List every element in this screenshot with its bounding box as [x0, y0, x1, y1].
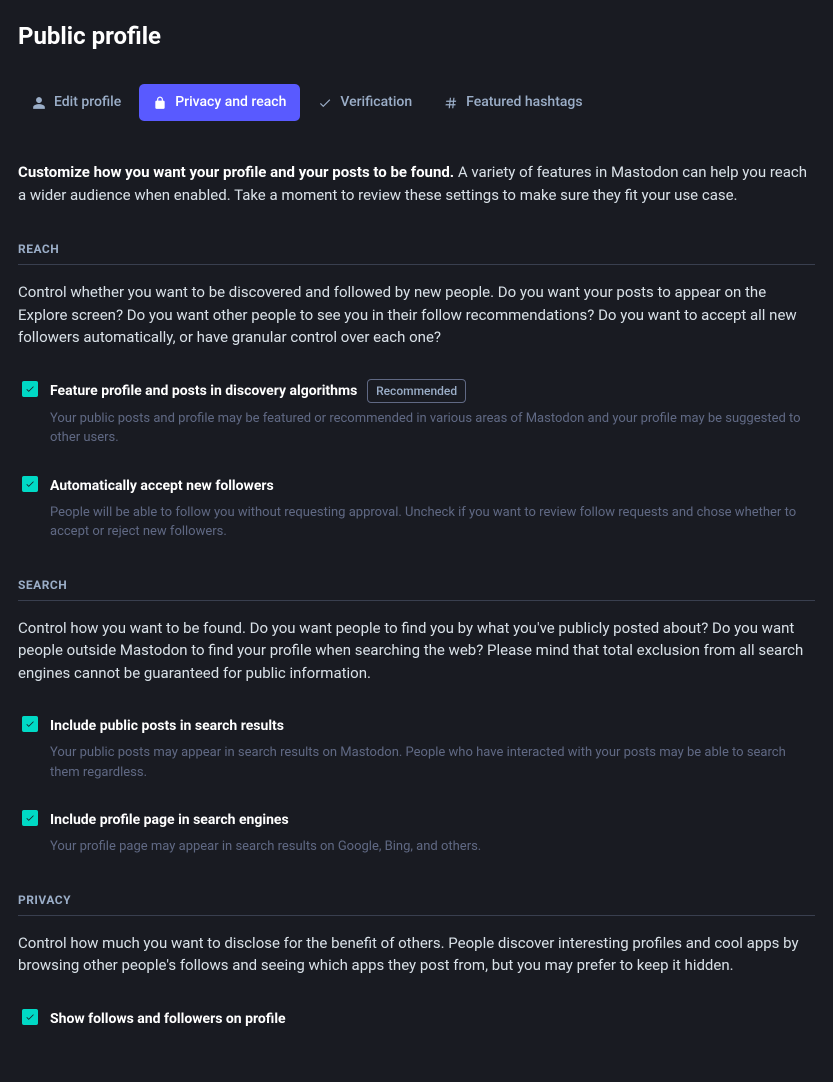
setting-include-posts: Include public posts in search results Y…	[18, 714, 815, 782]
page-title: Public profile	[18, 18, 815, 54]
tab-label: Featured hashtags	[466, 92, 582, 113]
setting-hint: Your profile page may appear in search r…	[50, 837, 815, 857]
hashtag-icon	[444, 96, 458, 110]
checkmark-icon	[25, 1012, 35, 1022]
checkbox-feature-profile[interactable]	[22, 381, 38, 397]
tabs: Edit profile Privacy and reach Verificat…	[18, 84, 815, 121]
section-reach: Reach Control whether you want to be dis…	[18, 240, 815, 542]
checkbox-include-engines[interactable]	[22, 810, 38, 826]
tab-privacy-reach[interactable]: Privacy and reach	[139, 84, 300, 121]
setting-include-engines: Include profile page in search engines Y…	[18, 808, 815, 857]
tab-verification[interactable]: Verification	[304, 84, 426, 121]
section-desc-reach: Control whether you want to be discovere…	[18, 281, 815, 349]
recommended-badge: Recommended	[367, 379, 466, 403]
setting-hint: Your public posts may appear in search r…	[50, 743, 815, 782]
setting-label: Feature profile and posts in discovery a…	[50, 383, 357, 399]
check-icon	[318, 96, 332, 110]
setting-auto-accept: Automatically accept new followers Peopl…	[18, 474, 815, 542]
checkmark-icon	[25, 719, 35, 729]
checkbox-include-posts[interactable]	[22, 716, 38, 732]
section-desc-privacy: Control how much you want to disclose fo…	[18, 932, 815, 977]
setting-hint: Your public posts and profile may be fea…	[50, 409, 815, 448]
checkmark-icon	[25, 384, 35, 394]
intro-bold: Customize how you want your profile and …	[18, 163, 454, 181]
section-header-reach: Reach	[18, 240, 815, 265]
user-icon	[32, 96, 46, 110]
checkmark-icon	[25, 813, 35, 823]
setting-label: Automatically accept new followers	[50, 478, 274, 494]
setting-show-follows: Show follows and followers on profile	[18, 1007, 815, 1030]
setting-label: Include public posts in search results	[50, 718, 284, 734]
tab-featured-hashtags[interactable]: Featured hashtags	[430, 84, 596, 121]
section-header-search: Search	[18, 576, 815, 601]
intro-text: Customize how you want your profile and …	[18, 161, 815, 206]
tab-label: Edit profile	[54, 92, 121, 113]
section-search: Search Control how you want to be found.…	[18, 576, 815, 857]
setting-feature-profile: Feature profile and posts in discovery a…	[18, 379, 815, 448]
tab-edit-profile[interactable]: Edit profile	[18, 84, 135, 121]
setting-hint: People will be able to follow you withou…	[50, 503, 815, 542]
checkmark-icon	[25, 479, 35, 489]
checkbox-show-follows[interactable]	[22, 1009, 38, 1025]
setting-label: Show follows and followers on profile	[50, 1011, 286, 1027]
lock-icon	[153, 96, 167, 110]
tab-label: Privacy and reach	[175, 92, 286, 113]
setting-label: Include profile page in search engines	[50, 812, 289, 828]
checkbox-auto-accept[interactable]	[22, 476, 38, 492]
section-privacy: Privacy Control how much you want to dis…	[18, 891, 815, 1030]
tab-label: Verification	[340, 92, 412, 113]
section-desc-search: Control how you want to be found. Do you…	[18, 617, 815, 685]
section-header-privacy: Privacy	[18, 891, 815, 916]
